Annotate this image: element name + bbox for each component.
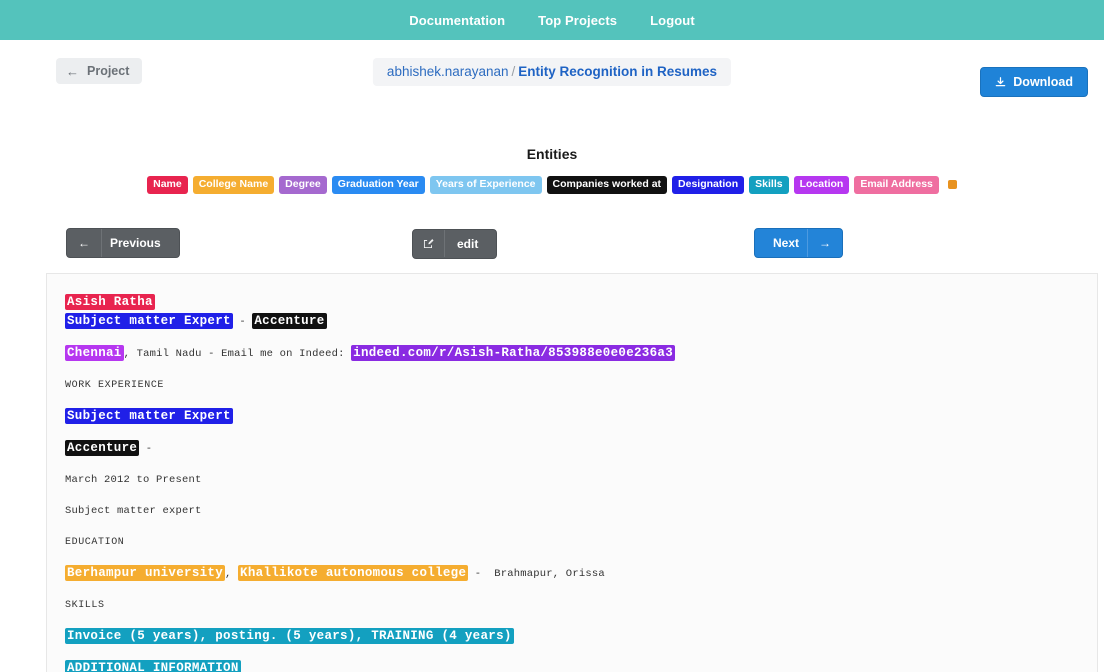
- doc-line-skills: Invoice (5 years), posting. (5 years), T…: [65, 627, 1079, 644]
- entity-highlight[interactable]: ADDITIONAL INFORMATION: [65, 659, 241, 672]
- entity-tag-years-of-experience[interactable]: Years of Experience: [429, 176, 542, 194]
- arrow-left-icon: ←: [66, 63, 79, 79]
- breadcrumb-owner[interactable]: abhishek.narayanan: [387, 64, 509, 79]
- breadcrumb-separator: /: [511, 64, 516, 79]
- document-text: , Tamil Nadu - Email me on Indeed:: [123, 347, 352, 360]
- download-icon: [996, 76, 1006, 86]
- entity-tag-designation[interactable]: Designation: [672, 176, 745, 194]
- entity-highlight[interactable]: Accenture: [252, 312, 327, 329]
- next-button[interactable]: Next →: [754, 227, 844, 258]
- entity-tag-email-address[interactable]: Email Address: [854, 176, 939, 194]
- entity-tag-companies-worked-at[interactable]: Companies worked at: [546, 176, 668, 194]
- previous-button[interactable]: ← Previous: [66, 227, 180, 258]
- entity-highlight[interactable]: Subject matter Expert: [65, 312, 233, 329]
- entity-tag-college-name[interactable]: College Name: [192, 176, 275, 194]
- edit-pencil-icon: [413, 230, 445, 257]
- resume-document-panel: Asish Ratha Subject matter Expert - Accen…: [46, 272, 1098, 672]
- entity-highlight[interactable]: Asish Ratha: [65, 293, 155, 310]
- document-text: ,: [225, 567, 239, 580]
- entity-highlight[interactable]: Invoice (5 years), posting. (5 years), T…: [65, 627, 514, 644]
- doc-line-section-education: EDUCATION: [65, 536, 1079, 549]
- doc-line-designation-company: Subject matter Expert - Accenture: [65, 312, 1079, 329]
- edit-button[interactable]: edit: [412, 228, 498, 259]
- entities-heading: Entities: [526, 146, 578, 162]
- nav-link-logout[interactable]: Logout: [650, 14, 695, 27]
- doc-line-section-work: WORK EXPERIENCE: [65, 379, 1079, 392]
- entity-highlight[interactable]: Khallikote autonomous college: [238, 564, 469, 581]
- doc-line-colleges: Berhampur university, Khallikote autonom…: [65, 564, 1079, 581]
- entity-highlight[interactable]: Accenture: [65, 439, 140, 456]
- previous-button-label: Previous: [110, 235, 161, 250]
- doc-line-contact: Chennai, Tamil Nadu - Email me on Indeed…: [65, 344, 1079, 361]
- document-text: WORK EXPERIENCE: [65, 379, 165, 391]
- document-text: Subject matter expert: [65, 504, 202, 517]
- doc-line-section-additional: ADDITIONAL INFORMATION: [65, 659, 1079, 672]
- document-text: EDUCATION: [65, 536, 125, 548]
- document-text: March 2012 to Present: [65, 473, 202, 486]
- document-navigation-toolbar: ← Previous edit Next →: [0, 220, 1104, 266]
- entity-highlight[interactable]: Chennai: [65, 344, 124, 361]
- arrow-left-icon: ←: [67, 228, 102, 257]
- arrow-right-icon: →: [807, 228, 842, 257]
- back-to-project-button[interactable]: ← Project: [56, 58, 143, 84]
- nav-link-documentation[interactable]: Documentation: [409, 14, 505, 27]
- breadcrumb-project[interactable]: Entity Recognition in Resumes: [518, 64, 717, 79]
- doc-line-name: Asish Ratha: [65, 293, 1079, 310]
- entity-highlight[interactable]: Berhampur university: [65, 564, 226, 581]
- edit-button-label: edit: [457, 236, 479, 251]
- nav-link-top-projects[interactable]: Top Projects: [538, 14, 617, 27]
- entity-tag-skills[interactable]: Skills: [749, 176, 789, 194]
- entity-tag-graduation-year[interactable]: Graduation Year: [331, 176, 425, 194]
- download-button[interactable]: Download: [980, 67, 1088, 97]
- next-button-label: Next: [773, 235, 800, 250]
- entity-tag-location[interactable]: Location: [793, 176, 850, 194]
- top-navigation-bar: Documentation Top Projects Logout: [0, 0, 1104, 40]
- doc-line-company: Accenture -: [65, 439, 1079, 456]
- color-swatch-icon[interactable]: [947, 180, 957, 190]
- breadcrumb: abhishek.narayanan / Entity Recognition in…: [372, 58, 732, 86]
- entity-tag-degree[interactable]: Degree: [279, 176, 327, 194]
- doc-line-role: Subject matter expert: [65, 505, 1079, 518]
- page-header: ← Project abhishek.narayanan / Entity Reco…: [0, 40, 1104, 98]
- document-text: SKILLS: [65, 599, 105, 611]
- doc-line-dates: March 2012 to Present: [65, 474, 1079, 487]
- download-button-label: Download: [1013, 75, 1073, 89]
- entity-tag-name[interactable]: Name: [147, 176, 188, 194]
- entity-highlight[interactable]: indeed.com/r/Asish-Ratha/853988e0e0e236a…: [351, 344, 676, 361]
- entity-tag-list: Name College Name Degree Graduation Year…: [0, 176, 1104, 194]
- project-button-label: Project: [87, 64, 130, 78]
- entity-highlight[interactable]: Subject matter Expert: [65, 407, 233, 424]
- doc-line-designation: Subject matter Expert: [65, 407, 1079, 424]
- document-text: -: [232, 315, 253, 328]
- doc-line-section-skills: SKILLS: [65, 599, 1079, 612]
- document-text: - Brahmapur, Orissa: [468, 567, 605, 580]
- document-text: -: [139, 442, 153, 455]
